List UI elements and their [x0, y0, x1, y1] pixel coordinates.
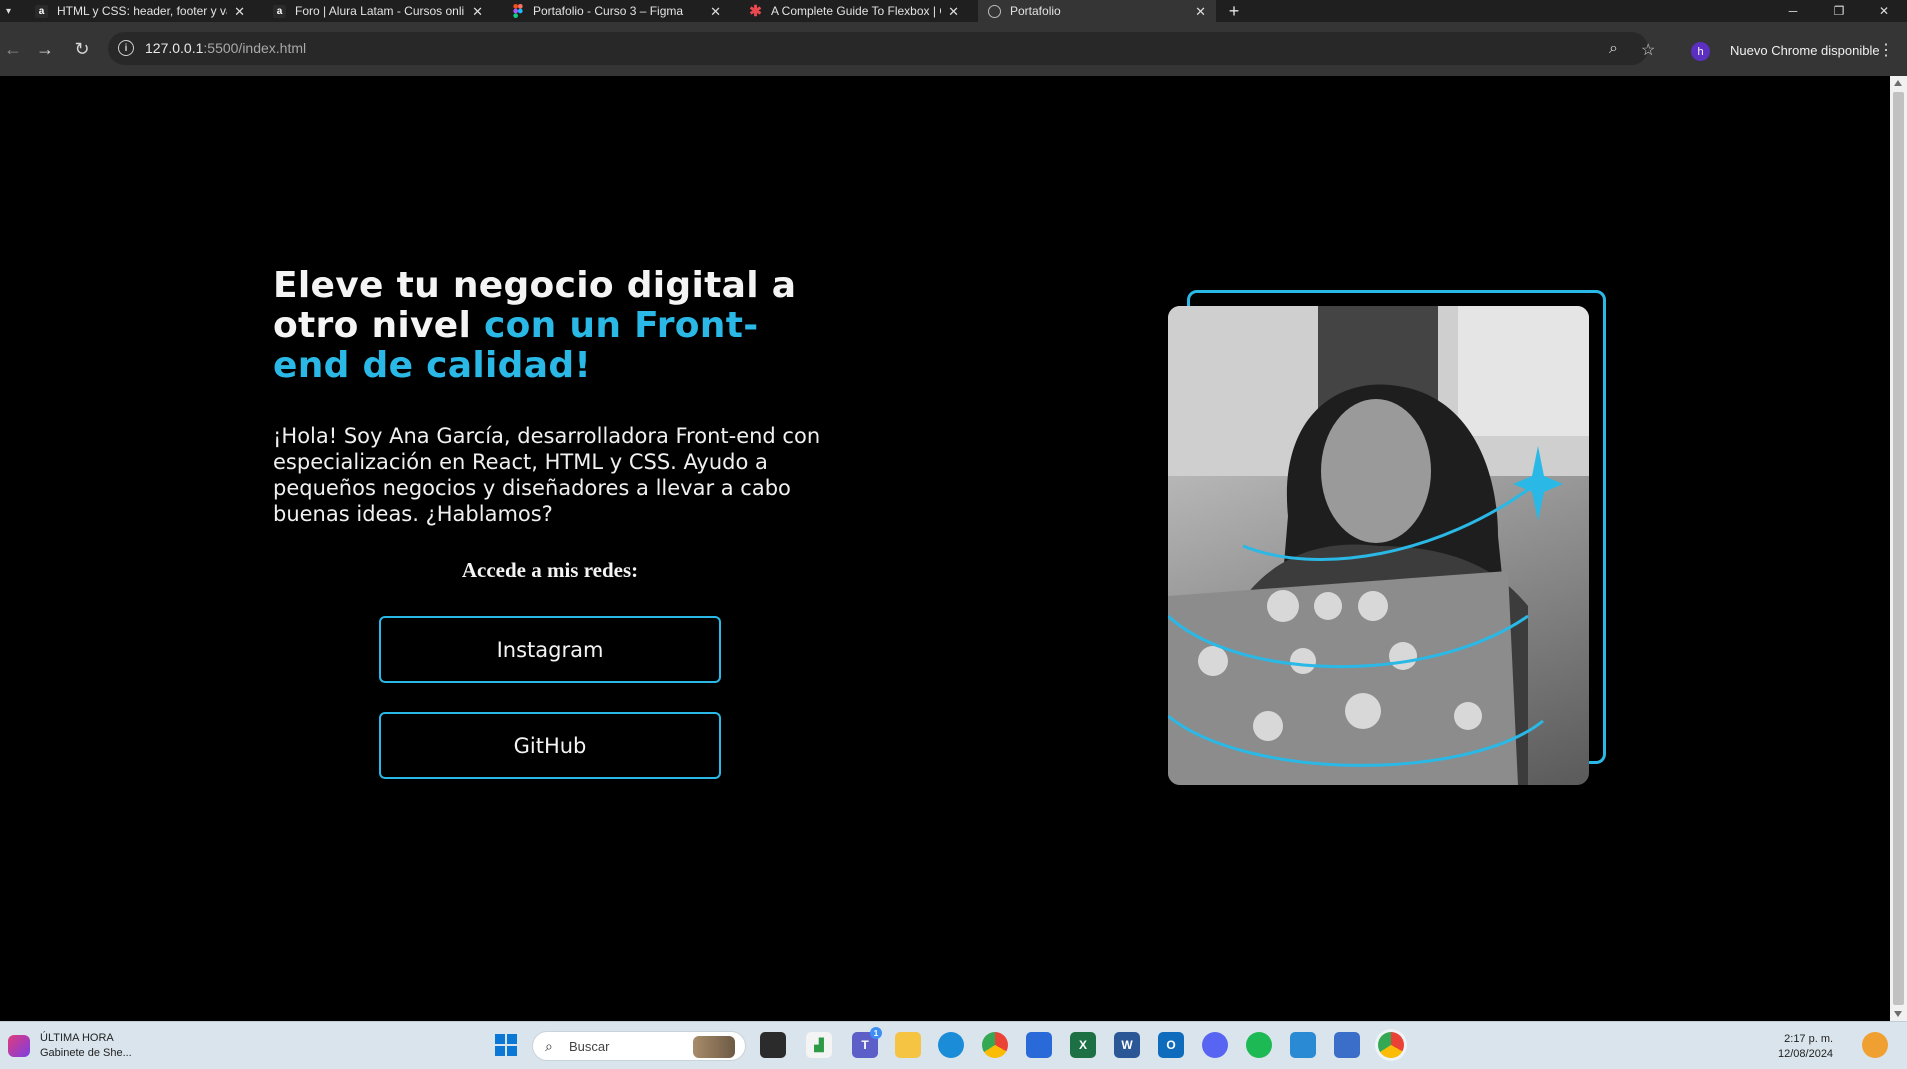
tab-strip: ▾ a HTML y CSS: header, footer y va ✕ a … [0, 0, 1907, 22]
spotify-icon[interactable] [1246, 1032, 1272, 1058]
edge-icon[interactable] [938, 1032, 964, 1058]
reload-button[interactable]: ↻ [69, 35, 95, 63]
site-info-icon[interactable]: i [118, 40, 134, 56]
outlook-icon[interactable]: O [1158, 1032, 1184, 1058]
copilot-icon[interactable] [1862, 1032, 1888, 1058]
close-icon[interactable]: ✕ [472, 4, 483, 20]
tab-portafolio[interactable]: Portafolio ✕ [978, 0, 1216, 22]
restore-button[interactable]: ❐ [1816, 0, 1862, 22]
hero-title: Eleve tu negocio digital a otro nivel co… [273, 265, 797, 386]
search-highlight-image [693, 1036, 735, 1058]
chrome-update-button[interactable]: Nuevo Chrome disponible [1730, 36, 1880, 64]
teams-icon[interactable]: T1 [852, 1027, 882, 1058]
minimize-button[interactable]: ─ [1770, 0, 1816, 22]
chrome-profile-icon[interactable] [1378, 1032, 1404, 1058]
social-heading: Accede a mis redes: [461, 558, 639, 582]
close-icon[interactable]: ✕ [948, 4, 959, 20]
tab-html-css[interactable]: a HTML y CSS: header, footer y va ✕ [25, 0, 255, 22]
address-bar[interactable]: i 127.0.0.1:5500/index.html ⌕ ☆ [108, 32, 1655, 65]
github-button[interactable]: GitHub [379, 712, 721, 779]
search-icon: ⌕ [545, 1038, 553, 1054]
stocks-widget-icon[interactable]: ▟ [806, 1032, 832, 1058]
windows-taskbar: ÚLTIMA HORA Gabinete de She... ⌕ Buscar … [0, 1021, 1907, 1069]
hero-intro-text: ¡Hola! Soy Ana García, desarrolladora Fr… [273, 424, 821, 526]
news-icon [8, 1035, 30, 1057]
chrome-icon[interactable] [982, 1032, 1008, 1058]
windows-start-icon[interactable] [493, 1032, 519, 1058]
alura-icon: a [273, 4, 286, 18]
discord-icon[interactable] [1202, 1032, 1228, 1058]
scroll-up-icon[interactable] [1894, 80, 1902, 86]
profile-photo [1168, 306, 1589, 785]
tab-flexbox-guide[interactable]: ✱ A Complete Guide To Flexbox | C ✕ [739, 0, 969, 22]
system-clock[interactable]: 2:17 p. m. 12/08/2024 [1778, 1032, 1833, 1062]
url-text: 127.0.0.1:5500/index.html [145, 40, 307, 56]
forward-button[interactable]: → [32, 35, 58, 63]
zoom-icon[interactable]: ⌕ [1609, 40, 1618, 58]
taskbar-search[interactable]: ⌕ Buscar [532, 1031, 746, 1061]
page-viewport: Eleve tu negocio digital a otro nivel co… [0, 76, 1890, 1021]
notepad-icon[interactable] [1334, 1032, 1360, 1058]
back-button[interactable]: ← [0, 35, 26, 63]
excel-icon[interactable]: X [1070, 1032, 1096, 1058]
page-scrollbar[interactable] [1890, 76, 1907, 1021]
scroll-down-icon[interactable] [1894, 1011, 1902, 1017]
close-icon[interactable]: ✕ [1195, 4, 1206, 20]
close-window-button[interactable]: ✕ [1861, 0, 1907, 22]
task-view-icon[interactable] [760, 1032, 786, 1058]
profile-avatar[interactable]: h [1691, 42, 1710, 61]
file-explorer-icon[interactable] [895, 1032, 921, 1058]
microsoft-store-icon[interactable] [1026, 1032, 1052, 1058]
kebab-menu-icon[interactable]: ⋮ [1878, 40, 1894, 60]
scrollbar-thumb[interactable] [1893, 92, 1904, 1005]
new-tab-button[interactable]: + [1224, 0, 1244, 22]
tab-foro-alura[interactable]: a Foro | Alura Latam - Cursos onli ✕ [263, 0, 493, 22]
alura-icon: a [35, 4, 48, 18]
close-icon[interactable]: ✕ [710, 4, 721, 20]
tab-search-chevron-icon[interactable]: ▾ [0, 0, 17, 22]
figma-icon [511, 4, 524, 18]
news-widget[interactable]: ÚLTIMA HORA Gabinete de She... [8, 1031, 132, 1061]
close-icon[interactable]: ✕ [234, 4, 245, 20]
vscode-icon[interactable] [1290, 1032, 1316, 1058]
tab-figma[interactable]: Portafolio - Curso 3 – Figma ✕ [501, 0, 731, 22]
css-tricks-icon: ✱ [749, 3, 762, 20]
bookmark-star-icon[interactable]: ☆ [1641, 40, 1655, 60]
word-icon[interactable]: W [1114, 1032, 1140, 1058]
browser-toolbar: ← → ↻ i 127.0.0.1:5500/index.html ⌕ ☆ h … [0, 22, 1907, 76]
instagram-button[interactable]: Instagram [379, 616, 721, 683]
globe-icon [988, 4, 1001, 18]
